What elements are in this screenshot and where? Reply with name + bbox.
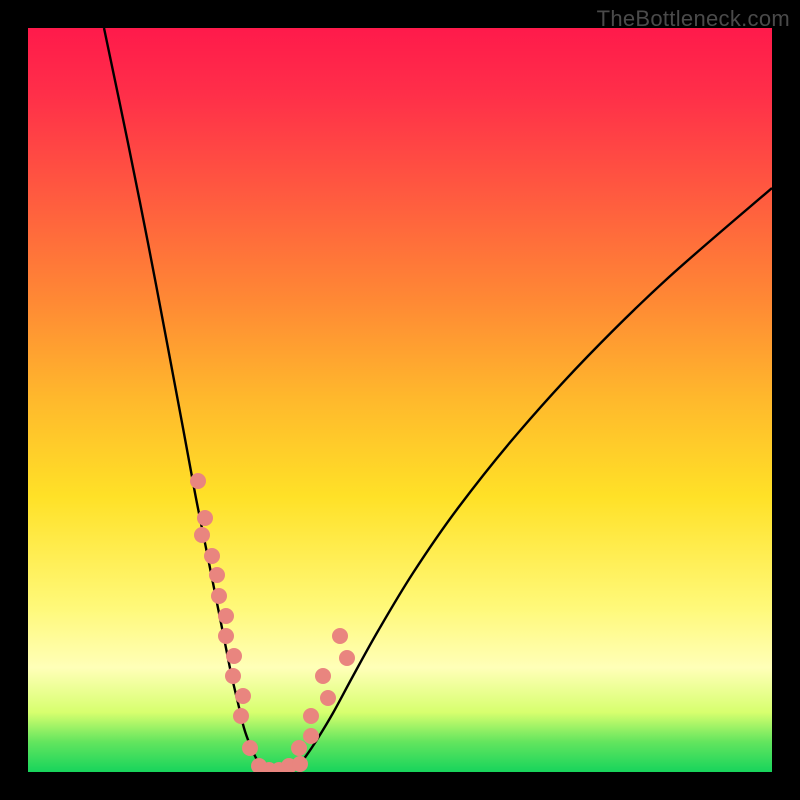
data-dot: [303, 708, 319, 724]
data-dot: [211, 588, 227, 604]
data-dot: [225, 668, 241, 684]
data-dot: [303, 728, 319, 744]
data-dot: [242, 740, 258, 756]
data-dot: [339, 650, 355, 666]
outer-frame: TheBottleneck.com: [0, 0, 800, 800]
data-dot: [315, 668, 331, 684]
dots-group: [190, 473, 355, 772]
bottleneck-curve: [104, 28, 772, 771]
data-dot: [291, 740, 307, 756]
data-dot: [320, 690, 336, 706]
plot-area: [28, 28, 772, 772]
data-dot: [218, 608, 234, 624]
data-dot: [209, 567, 225, 583]
curve-svg: [28, 28, 772, 772]
data-dot: [226, 648, 242, 664]
data-dot: [292, 756, 308, 772]
watermark-text: TheBottleneck.com: [597, 6, 790, 32]
data-dot: [204, 548, 220, 564]
data-dot: [235, 688, 251, 704]
data-dot: [218, 628, 234, 644]
data-dot: [332, 628, 348, 644]
data-dot: [190, 473, 206, 489]
data-dot: [197, 510, 213, 526]
data-dot: [194, 527, 210, 543]
data-dot: [233, 708, 249, 724]
